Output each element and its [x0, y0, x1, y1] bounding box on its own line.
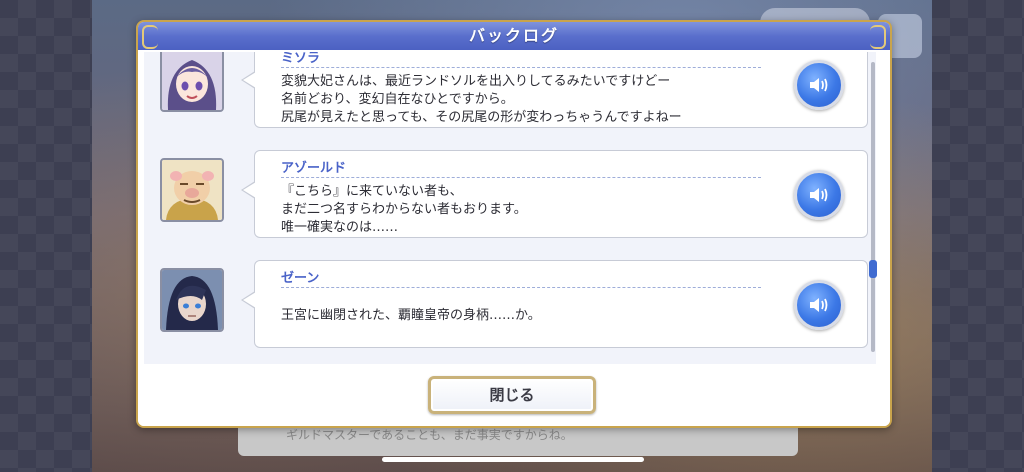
dialogue-text: 変貌大妃さんは、最近ランドソルを出入りしてるみたいですけどー 名前どおり、変幻自… [281, 74, 682, 125]
name-divider [281, 177, 761, 178]
scrollbar-thumb[interactable] [869, 260, 877, 278]
dialogue-text: 『こちら』に来ていない者も、 まだ二つ名すらわからない者もおります。 唯一確実な… [281, 184, 527, 235]
character-portrait-zane [160, 268, 224, 332]
character-portrait-azold [160, 158, 224, 222]
scrollbar-track[interactable] [871, 62, 875, 352]
speaker-name: ミソラ [281, 52, 321, 66]
dialogue-text: 王宮に幽閉された、覇瞳皇帝の身柄……か。 [281, 308, 541, 323]
dialog-header: バックログ [138, 22, 890, 50]
name-divider [281, 67, 761, 68]
speaker-volume-icon [810, 188, 828, 202]
dialogue-bubble: ゼーン 王宮に幽閉された、覇瞳皇帝の身柄……か。 [241, 260, 868, 348]
home-indicator[interactable] [382, 457, 644, 462]
speaker-name: アゾールド [281, 161, 347, 176]
dialog-title: バックログ [468, 26, 559, 45]
backlog-dialog: バックログ ミソラ 変貌大妃さんは、最近ランドソルを出入りしてるみたいですけどー [136, 20, 892, 428]
background-pattern-right [932, 0, 1024, 472]
dialog-footer: 閉じる [138, 364, 890, 426]
name-divider [281, 287, 761, 288]
speaker-volume-icon [810, 78, 828, 92]
voice-replay-button[interactable] [794, 170, 844, 220]
background-dialog-text: ギルドマスターであることも、まだ事実ですからね。 [286, 428, 573, 442]
speaker-name: ゼーン [281, 271, 320, 286]
dialogue-bubble: ミソラ 変貌大妃さんは、最近ランドソルを出入りしてるみたいですけどー 名前どおり… [241, 52, 868, 128]
backlog-list[interactable]: ミソラ 変貌大妃さんは、最近ランドソルを出入りしてるみたいですけどー 名前どおり… [144, 52, 876, 384]
speaker-volume-icon [810, 298, 828, 312]
character-portrait-misora [160, 52, 224, 112]
voice-replay-button[interactable] [794, 280, 844, 330]
dialogue-bubble: アゾールド 『こちら』に来ていない者も、 まだ二つ名すらわからない者もおります。… [241, 150, 868, 238]
background-pattern-left [0, 0, 92, 472]
close-button[interactable]: 閉じる [428, 376, 596, 414]
voice-replay-button[interactable] [794, 60, 844, 110]
